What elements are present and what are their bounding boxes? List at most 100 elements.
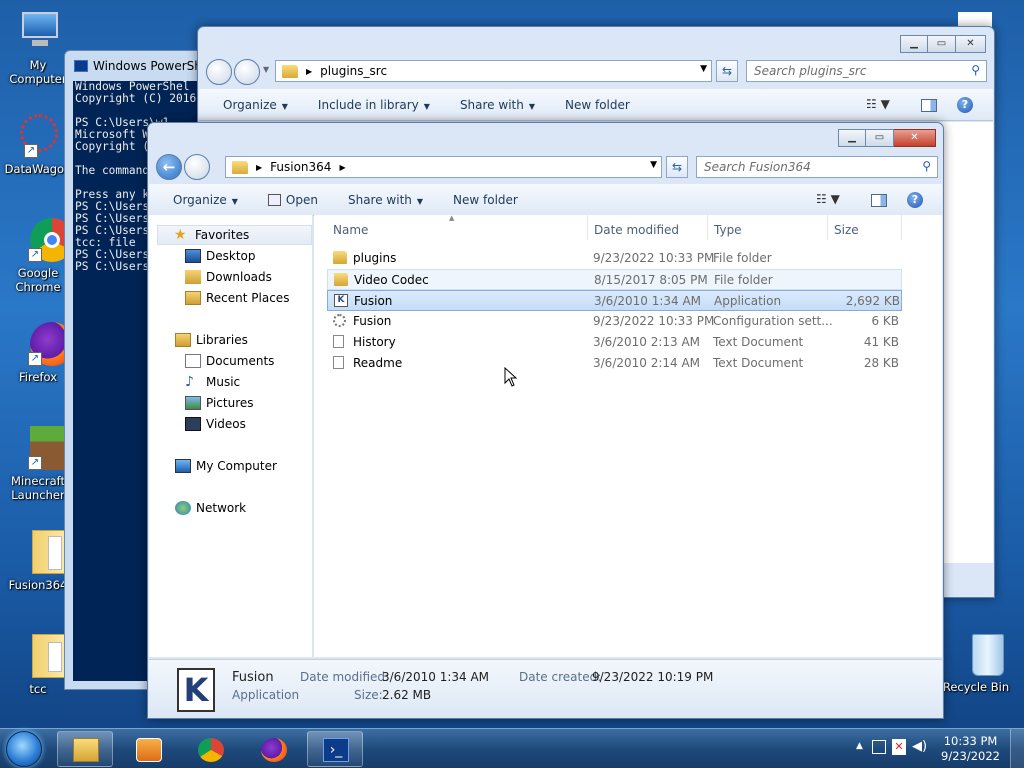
downloads-icon xyxy=(185,270,201,284)
folder-icon xyxy=(333,251,347,264)
volume-icon[interactable]: ◀) xyxy=(912,739,927,754)
share-with-button[interactable]: Share with ▼ xyxy=(348,193,423,207)
address-dropdown-icon[interactable]: ▼ xyxy=(700,64,707,74)
nav-recent-places[interactable]: Recent Places xyxy=(185,288,289,308)
desktop-icon-recycle-bin[interactable]: Recycle Bin xyxy=(938,630,1014,694)
search-input[interactable]: Search plugins_src ⚲ xyxy=(746,60,987,82)
taskbar-powershell-button[interactable]: ›_ xyxy=(307,731,363,767)
change-view-icon[interactable]: ☷ ▼ xyxy=(816,192,840,206)
action-center-icon[interactable]: ✕ xyxy=(892,739,906,755)
taskbar-chrome-button[interactable] xyxy=(182,731,238,767)
column-header-type[interactable]: Type xyxy=(708,215,828,240)
breadcrumb-arrow-icon: ▶ xyxy=(306,66,313,76)
chrome-icon xyxy=(198,738,224,762)
address-dropdown-icon[interactable]: ▼ xyxy=(650,160,657,170)
taskbar-firefox-button[interactable] xyxy=(245,731,301,767)
refresh-button[interactable]: ⇆ xyxy=(716,60,738,82)
include-in-library-button[interactable]: Include in library ▼ xyxy=(318,98,430,112)
address-bar[interactable]: ▶ plugins_src ▼ xyxy=(275,60,712,82)
file-name: Video Codec xyxy=(354,273,429,287)
nav-pictures[interactable]: Pictures xyxy=(185,393,254,413)
details-file-name: Fusion xyxy=(232,670,274,685)
nav-music[interactable]: ♪ Music xyxy=(185,372,240,392)
file-name: Fusion xyxy=(354,294,393,308)
nav-libraries[interactable]: Libraries xyxy=(175,330,248,350)
show-desktop-button[interactable] xyxy=(1010,729,1024,768)
search-icon: ⚲ xyxy=(922,159,931,173)
clock[interactable]: 10:33 PM 9/23/2022 xyxy=(941,734,1000,764)
maximize-button[interactable]: ▭ xyxy=(928,35,956,53)
network-icon xyxy=(175,501,191,515)
column-header-size[interactable]: Size xyxy=(828,215,902,240)
search-input[interactable]: Search Fusion364 ⚲ xyxy=(696,156,938,178)
nav-favorites[interactable]: ★ Favorites xyxy=(157,225,312,245)
videos-icon xyxy=(185,417,201,431)
address-bar[interactable]: ▶ Fusion364 ▶ ▼ xyxy=(225,156,662,178)
preview-pane-icon[interactable] xyxy=(871,194,887,207)
file-date: 8/15/2017 8:05 PM xyxy=(594,273,708,287)
search-placeholder: Search plugins_src xyxy=(754,64,867,78)
new-folder-button[interactable]: New folder xyxy=(565,98,630,112)
new-folder-button[interactable]: New folder xyxy=(453,193,518,207)
recent-pages-chevron-icon[interactable]: ▼ xyxy=(263,65,269,74)
explorer-window-fusion364[interactable]: ▁ ▭ ✕ ← ▶ Fusion364 ▶ ▼ ⇆ Search Fusion3… xyxy=(147,122,944,719)
show-hidden-icons-icon[interactable]: ▲ xyxy=(856,741,863,751)
change-view-icon[interactable]: ☷ ▼ xyxy=(866,97,890,111)
text-document-icon xyxy=(333,335,344,348)
column-header-date[interactable]: Date modified xyxy=(588,215,708,240)
taskbar-explorer-button[interactable] xyxy=(57,731,113,767)
file-row[interactable]: Video Codec 8/15/2017 8:05 PM File folde… xyxy=(327,269,902,290)
back-button[interactable] xyxy=(206,59,232,85)
close-button[interactable]: ✕ xyxy=(956,35,986,53)
organize-button[interactable]: Organize ▼ xyxy=(173,193,238,207)
maximize-button[interactable]: ▭ xyxy=(866,129,894,147)
details-file-kind: Application xyxy=(232,688,300,702)
help-icon[interactable]: ? xyxy=(907,192,923,208)
open-button[interactable]: Open xyxy=(267,193,318,207)
nav-my-computer[interactable]: My Computer xyxy=(175,456,277,476)
breadcrumb-arrow-icon[interactable]: ▶ xyxy=(339,163,345,172)
nav-network[interactable]: Network xyxy=(175,498,246,518)
file-type: File folder xyxy=(714,273,773,287)
computer-icon xyxy=(175,459,191,473)
nav-downloads[interactable]: Downloads xyxy=(185,267,272,287)
folder-icon xyxy=(282,64,298,78)
organize-button[interactable]: Organize ▼ xyxy=(223,98,288,112)
forward-button[interactable] xyxy=(184,154,210,180)
nav-documents[interactable]: Documents xyxy=(185,351,274,371)
recent-places-icon xyxy=(185,291,201,305)
preview-pane-icon[interactable] xyxy=(921,99,937,112)
file-type: Text Document xyxy=(713,335,804,349)
minimize-button[interactable]: ▁ xyxy=(900,35,928,53)
sort-arrow-icon: ▲ xyxy=(449,214,455,222)
breadcrumb-current[interactable]: plugins_src xyxy=(320,64,387,78)
share-with-button[interactable]: Share with ▼ xyxy=(460,98,535,112)
file-row[interactable]: History 3/6/2010 2:13 AM Text Document 4… xyxy=(327,332,902,353)
network-status-icon[interactable] xyxy=(872,740,886,754)
application-large-icon: K xyxy=(177,668,215,712)
file-row[interactable]: plugins 9/23/2022 10:33 PM File folder xyxy=(327,248,902,269)
recycle-bin-icon xyxy=(952,630,1004,678)
column-header-name[interactable]: Name ▲ xyxy=(327,214,588,240)
file-row[interactable]: Readme 3/6/2010 2:14 AM Text Document 28… xyxy=(327,353,902,374)
details-modified-label: Date modified: xyxy=(300,670,390,684)
nav-desktop[interactable]: Desktop xyxy=(185,246,256,266)
firefox-icon: ↗ xyxy=(14,320,74,368)
help-icon[interactable]: ? xyxy=(957,97,973,113)
file-size: 6 KB xyxy=(871,314,899,328)
close-button[interactable]: ✕ xyxy=(894,129,936,147)
file-row-selected[interactable]: K Fusion 3/6/2010 1:34 AM Application 2,… xyxy=(327,290,902,311)
back-button[interactable]: ← xyxy=(156,154,182,180)
minimize-button[interactable]: ▁ xyxy=(838,129,866,147)
refresh-button[interactable]: ⇆ xyxy=(666,156,688,178)
file-name: plugins xyxy=(353,251,397,265)
details-size-value: 2.62 MB xyxy=(382,688,432,702)
clock-date: 9/23/2022 xyxy=(941,749,1000,763)
forward-button[interactable] xyxy=(234,59,260,85)
start-button[interactable] xyxy=(6,731,42,767)
taskbar-media-player-button[interactable] xyxy=(120,731,176,767)
file-row[interactable]: Fusion 9/23/2022 10:33 PM Configuration … xyxy=(327,311,902,332)
file-date: 3/6/2010 2:13 AM xyxy=(593,335,701,349)
breadcrumb-current[interactable]: Fusion364 xyxy=(270,160,331,174)
nav-videos[interactable]: Videos xyxy=(185,414,246,434)
